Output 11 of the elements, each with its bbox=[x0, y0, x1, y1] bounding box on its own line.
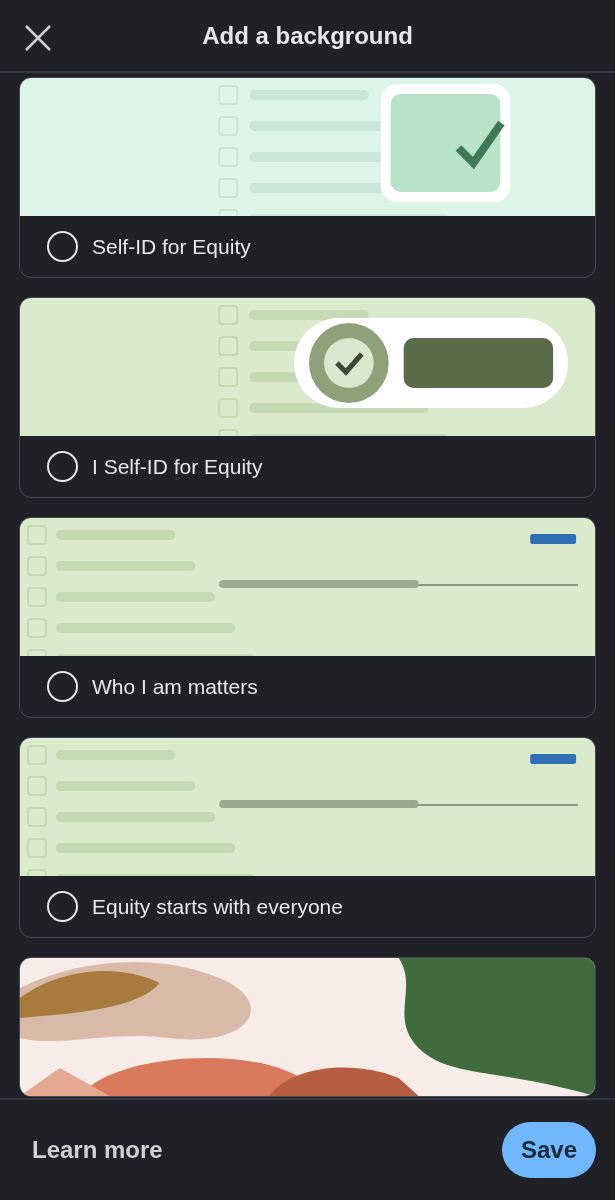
option-label: Equity starts with everyone bbox=[92, 893, 343, 920]
radio-button[interactable] bbox=[47, 671, 78, 702]
radio-button[interactable] bbox=[47, 451, 78, 482]
radio-button[interactable] bbox=[47, 231, 78, 262]
learn-more-link[interactable]: Learn more bbox=[32, 1132, 163, 1168]
option-label: Self-ID for Equity bbox=[92, 233, 251, 260]
save-button[interactable]: Save bbox=[501, 1122, 596, 1178]
option-label: I Self-ID for Equity bbox=[92, 453, 263, 480]
option-label: Who I am matters bbox=[92, 673, 258, 700]
dialog-title: Add a background bbox=[202, 20, 413, 51]
radio-button[interactable] bbox=[47, 891, 78, 922]
